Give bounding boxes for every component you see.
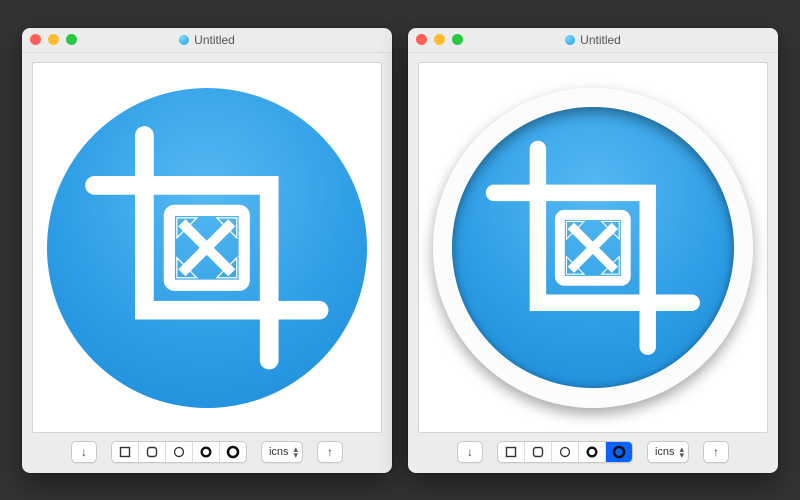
shape-option-square[interactable] — [112, 442, 139, 462]
icon-preview — [433, 88, 753, 408]
titlebar: Untitled — [22, 28, 392, 53]
shape-option-rounded[interactable] — [139, 442, 166, 462]
zoom-button[interactable] — [66, 34, 77, 45]
close-button[interactable] — [30, 34, 41, 45]
crop-resize-icon — [483, 138, 703, 358]
shape-style-segmented[interactable] — [497, 441, 633, 463]
upload-icon: ↑ — [327, 446, 333, 458]
document-proxy-icon[interactable] — [565, 35, 575, 45]
format-value: icns — [269, 446, 289, 458]
shape-option-square[interactable] — [498, 442, 525, 462]
format-select[interactable]: icns ▴▾ — [261, 441, 303, 463]
icon-circle-inset — [452, 107, 734, 389]
bottom-toolbar: ↓ icns ▴▾ ↑ — [408, 439, 778, 465]
close-button[interactable] — [416, 34, 427, 45]
shape-option-circle-thin[interactable] — [552, 442, 579, 462]
export-button[interactable]: ↑ — [703, 441, 729, 463]
icon-ring-outer — [433, 88, 753, 408]
stepper-icon: ▴▾ — [294, 446, 299, 458]
app-window: Untitled — [22, 28, 392, 473]
export-button[interactable]: ↑ — [317, 441, 343, 463]
format-value: icns — [655, 446, 675, 458]
icon-circle-flat — [47, 88, 367, 408]
window-controls — [30, 34, 77, 45]
shape-option-circle-bold[interactable] — [193, 442, 220, 462]
format-select[interactable]: icns ▴▾ — [647, 441, 689, 463]
upload-icon: ↑ — [713, 446, 719, 458]
window-title-text: Untitled — [194, 33, 235, 47]
minimize-button[interactable] — [48, 34, 59, 45]
import-button[interactable]: ↓ — [71, 441, 97, 463]
icon-preview — [47, 88, 367, 408]
minimize-button[interactable] — [434, 34, 445, 45]
download-icon: ↓ — [81, 446, 87, 458]
download-icon: ↓ — [467, 446, 473, 458]
crop-resize-icon — [82, 123, 332, 373]
icon-preview-canvas — [32, 62, 382, 433]
shape-style-segmented[interactable] — [111, 441, 247, 463]
document-proxy-icon[interactable] — [179, 35, 189, 45]
stepper-icon: ▴▾ — [680, 446, 685, 458]
import-button[interactable]: ↓ — [457, 441, 483, 463]
icon-preview-canvas — [418, 62, 768, 433]
shape-option-circle-extra[interactable] — [606, 442, 632, 462]
window-title: Untitled — [22, 33, 392, 47]
shape-option-circle-bold[interactable] — [579, 442, 606, 462]
bottom-toolbar: ↓ icns ▴▾ ↑ — [22, 439, 392, 465]
shape-option-rounded[interactable] — [525, 442, 552, 462]
titlebar: Untitled — [408, 28, 778, 53]
zoom-button[interactable] — [452, 34, 463, 45]
shape-option-circle-extra[interactable] — [220, 442, 246, 462]
window-title: Untitled — [408, 33, 778, 47]
window-controls — [416, 34, 463, 45]
window-title-text: Untitled — [580, 33, 621, 47]
shape-option-circle-thin[interactable] — [166, 442, 193, 462]
app-window: Untitled — [408, 28, 778, 473]
